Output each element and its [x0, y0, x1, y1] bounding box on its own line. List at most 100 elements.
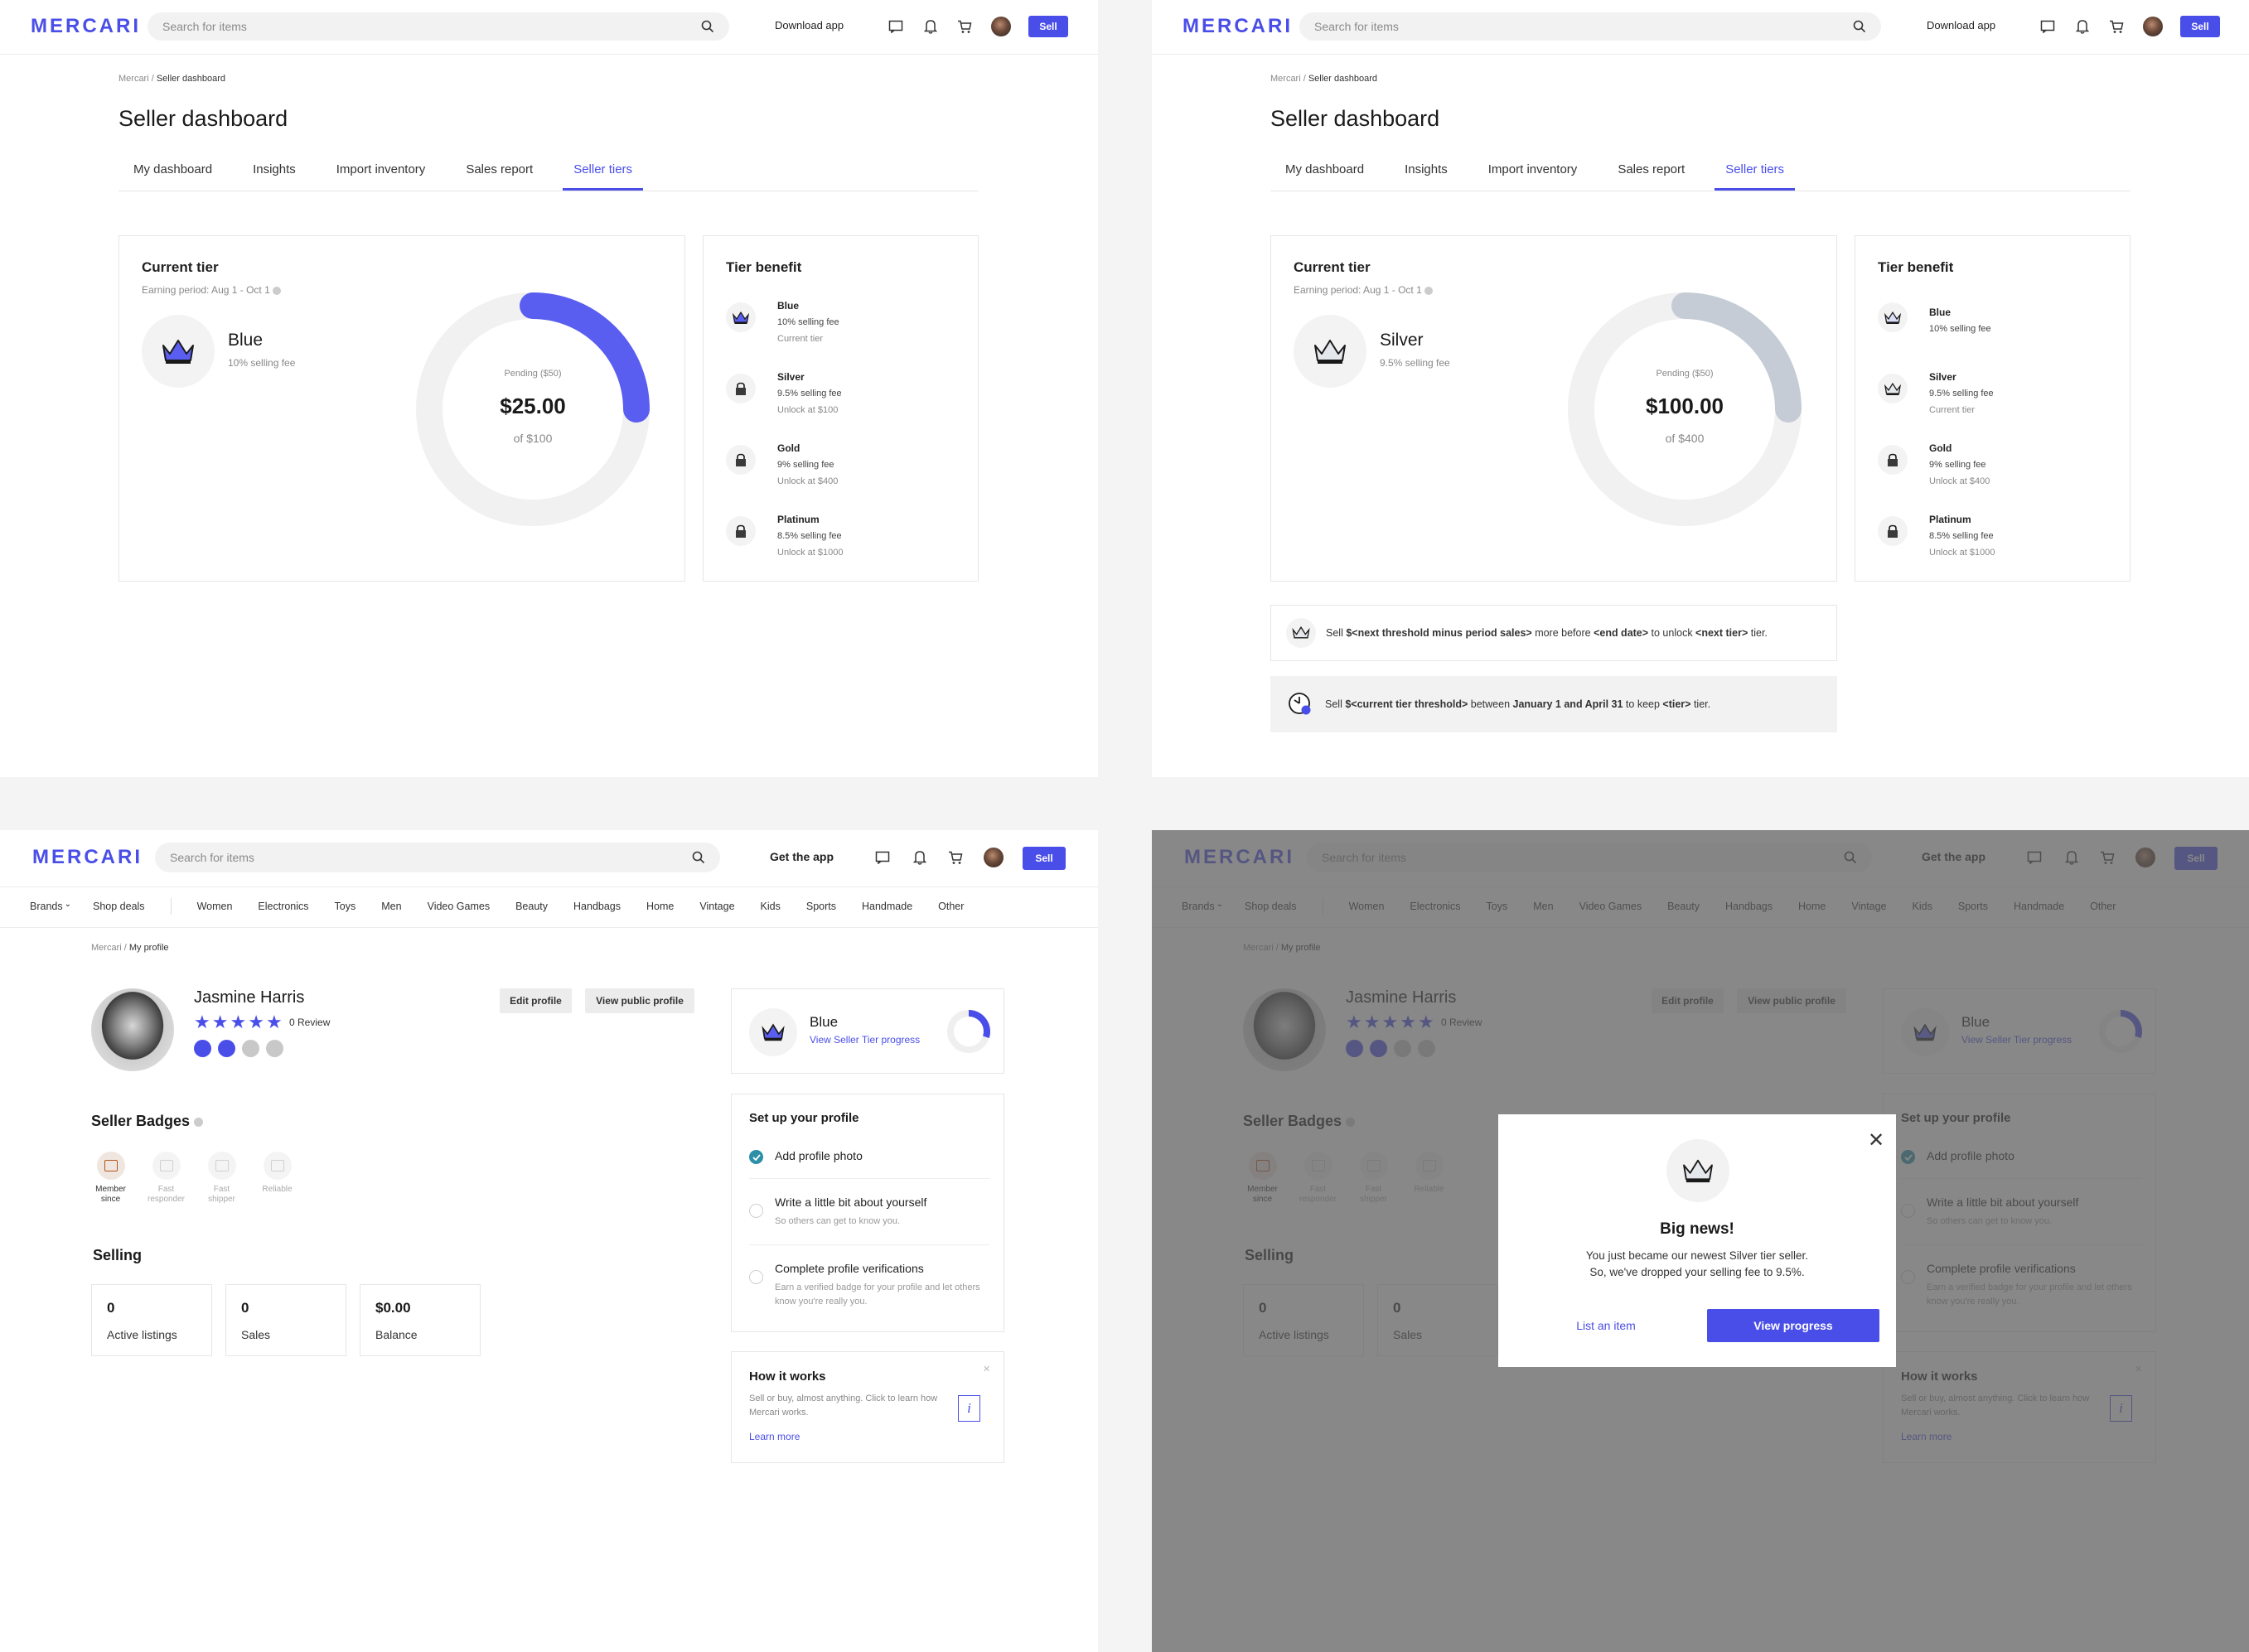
tab-seller-tiers[interactable]: Seller tiers: [563, 162, 644, 191]
badge-label: Fast: [213, 1185, 230, 1194]
edit-profile-button[interactable]: Edit profile: [500, 988, 572, 1013]
search-icon[interactable]: [701, 20, 714, 33]
seller-badge[interactable]: Membersince: [83, 1152, 138, 1205]
stat-card[interactable]: 0 Sales: [225, 1284, 346, 1356]
seller-badge[interactable]: Fastresponder: [138, 1152, 194, 1205]
category-kids[interactable]: Kids: [761, 901, 781, 912]
message-icon[interactable]: [887, 17, 905, 36]
stat-value: $0.00: [375, 1300, 411, 1316]
radio-empty-icon[interactable]: [749, 1270, 763, 1284]
notice-bold: $<next threshold minus period sales>: [1346, 627, 1532, 639]
search-bar[interactable]: Search for items: [155, 843, 720, 872]
stat-card[interactable]: $0.00 Balance: [360, 1284, 481, 1356]
profile-modal-panel: MERCARI Search for items Get the app Sel…: [1152, 830, 2249, 1652]
keep-tier-notice: Sell $<current tier threshold> between J…: [1270, 676, 1837, 732]
search-icon[interactable]: [692, 851, 705, 864]
breadcrumb-root[interactable]: Mercari: [118, 74, 149, 84]
message-icon[interactable]: [873, 848, 892, 867]
category-beauty[interactable]: Beauty: [515, 901, 548, 912]
profile-photo[interactable]: [91, 988, 174, 1071]
stat-card[interactable]: 0 Active listings: [91, 1284, 212, 1356]
cart-icon[interactable]: [946, 848, 965, 867]
list-item-button[interactable]: List an item: [1523, 1309, 1689, 1342]
tab-sales-report[interactable]: Sales report: [466, 162, 533, 191]
sell-button[interactable]: Sell: [1028, 16, 1068, 37]
tab-my-dashboard[interactable]: My dashboard: [1285, 162, 1364, 191]
seller-badge[interactable]: Fastshipper: [194, 1152, 249, 1205]
seller-badge[interactable]: Reliable: [249, 1152, 305, 1205]
sell-button[interactable]: Sell: [2180, 16, 2220, 37]
facebook-verify-icon: [266, 1040, 283, 1057]
category-video-games[interactable]: Video Games: [428, 901, 491, 912]
benefit-fee: 9.5% selling fee: [1929, 389, 1994, 399]
setup-item[interactable]: Add profile photo: [749, 1139, 989, 1179]
setup-item[interactable]: Complete profile verifications Earn a ver…: [749, 1245, 989, 1320]
benefit-row-platinum: Platinum 8.5% selling fee Unlock at $1000: [1878, 511, 2118, 577]
user-avatar[interactable]: [984, 848, 1004, 867]
category-other[interactable]: Other: [938, 901, 964, 912]
download-app-link[interactable]: Download app: [775, 19, 844, 31]
chevron-down-icon[interactable]: ⌄: [65, 900, 71, 909]
sell-button[interactable]: Sell: [1023, 847, 1066, 870]
mercari-logo[interactable]: MERCARI: [1183, 15, 1293, 38]
get-the-app-link[interactable]: Get the app: [770, 850, 834, 863]
check-icon[interactable]: [749, 1150, 763, 1164]
cart-icon[interactable]: [2107, 17, 2126, 36]
category-sports[interactable]: Sports: [806, 901, 836, 912]
badge-label: shipper: [208, 1195, 235, 1204]
shield-icon: [263, 1152, 292, 1180]
benefit-name: Gold: [777, 442, 800, 454]
breadcrumb-root[interactable]: Mercari: [91, 943, 122, 953]
unlock-notice-text: Sell $<next threshold minus period sales…: [1326, 627, 1768, 639]
download-app-link[interactable]: Download app: [1927, 19, 1995, 31]
tab-import-inventory[interactable]: Import inventory: [1488, 162, 1578, 191]
crown-icon: [1878, 302, 1908, 332]
category-vintage[interactable]: Vintage: [699, 901, 734, 912]
tier-widget[interactable]: Blue View Seller Tier progress: [731, 988, 1004, 1074]
cart-icon[interactable]: [955, 17, 974, 36]
category-handbags[interactable]: Handbags: [573, 901, 621, 912]
tab-import-inventory[interactable]: Import inventory: [336, 162, 426, 191]
tab-insights[interactable]: Insights: [253, 162, 296, 191]
tab-my-dashboard[interactable]: My dashboard: [133, 162, 212, 191]
user-avatar[interactable]: [2143, 17, 2163, 36]
tab-seller-tiers[interactable]: Seller tiers: [1715, 162, 1796, 191]
mini-progress-arc: [968, 1010, 990, 1039]
category-home[interactable]: Home: [646, 901, 674, 912]
category-electronics[interactable]: Electronics: [258, 901, 308, 912]
close-icon[interactable]: ✕: [1868, 1131, 1884, 1151]
category-handmade[interactable]: Handmade: [862, 901, 912, 912]
category-brands[interactable]: Brands: [30, 901, 63, 912]
view-public-profile-button[interactable]: View public profile: [585, 988, 694, 1013]
category-shop-deals[interactable]: Shop deals: [93, 901, 145, 912]
bell-icon[interactable]: [2073, 17, 2092, 36]
mercari-logo[interactable]: MERCARI: [32, 846, 143, 869]
info-icon[interactable]: [273, 286, 282, 295]
view-tier-progress-link[interactable]: View Seller Tier progress: [810, 1034, 920, 1046]
message-icon[interactable]: [2039, 17, 2057, 36]
breadcrumb-root[interactable]: Mercari: [1270, 74, 1301, 84]
setup-item[interactable]: Write a little bit about yourself So othe…: [749, 1179, 989, 1245]
info-icon[interactable]: [1424, 286, 1434, 295]
review-count[interactable]: 0 Review: [289, 1017, 330, 1028]
tier-crown-badge: [1294, 315, 1366, 388]
view-progress-button[interactable]: View progress: [1707, 1309, 1879, 1342]
crown-icon: [1878, 374, 1908, 403]
mercari-logo[interactable]: MERCARI: [31, 15, 141, 38]
search-bar[interactable]: Search for items: [148, 12, 729, 41]
search-bar[interactable]: Search for items: [1299, 12, 1881, 41]
category-toys[interactable]: Toys: [335, 901, 356, 912]
benefit-unlock: Unlock at $400: [1929, 476, 1990, 486]
learn-more-link[interactable]: Learn more: [749, 1431, 800, 1442]
user-avatar[interactable]: [991, 17, 1011, 36]
dismiss-icon[interactable]: ✕: [983, 1364, 990, 1374]
tab-sales-report[interactable]: Sales report: [1618, 162, 1685, 191]
category-women[interactable]: Women: [197, 901, 233, 912]
category-men[interactable]: Men: [381, 901, 401, 912]
search-icon[interactable]: [1853, 20, 1866, 33]
tab-insights[interactable]: Insights: [1405, 162, 1448, 191]
bell-icon[interactable]: [921, 17, 940, 36]
bell-icon[interactable]: [911, 848, 929, 867]
radio-empty-icon[interactable]: [749, 1204, 763, 1218]
info-icon[interactable]: [194, 1117, 204, 1127]
